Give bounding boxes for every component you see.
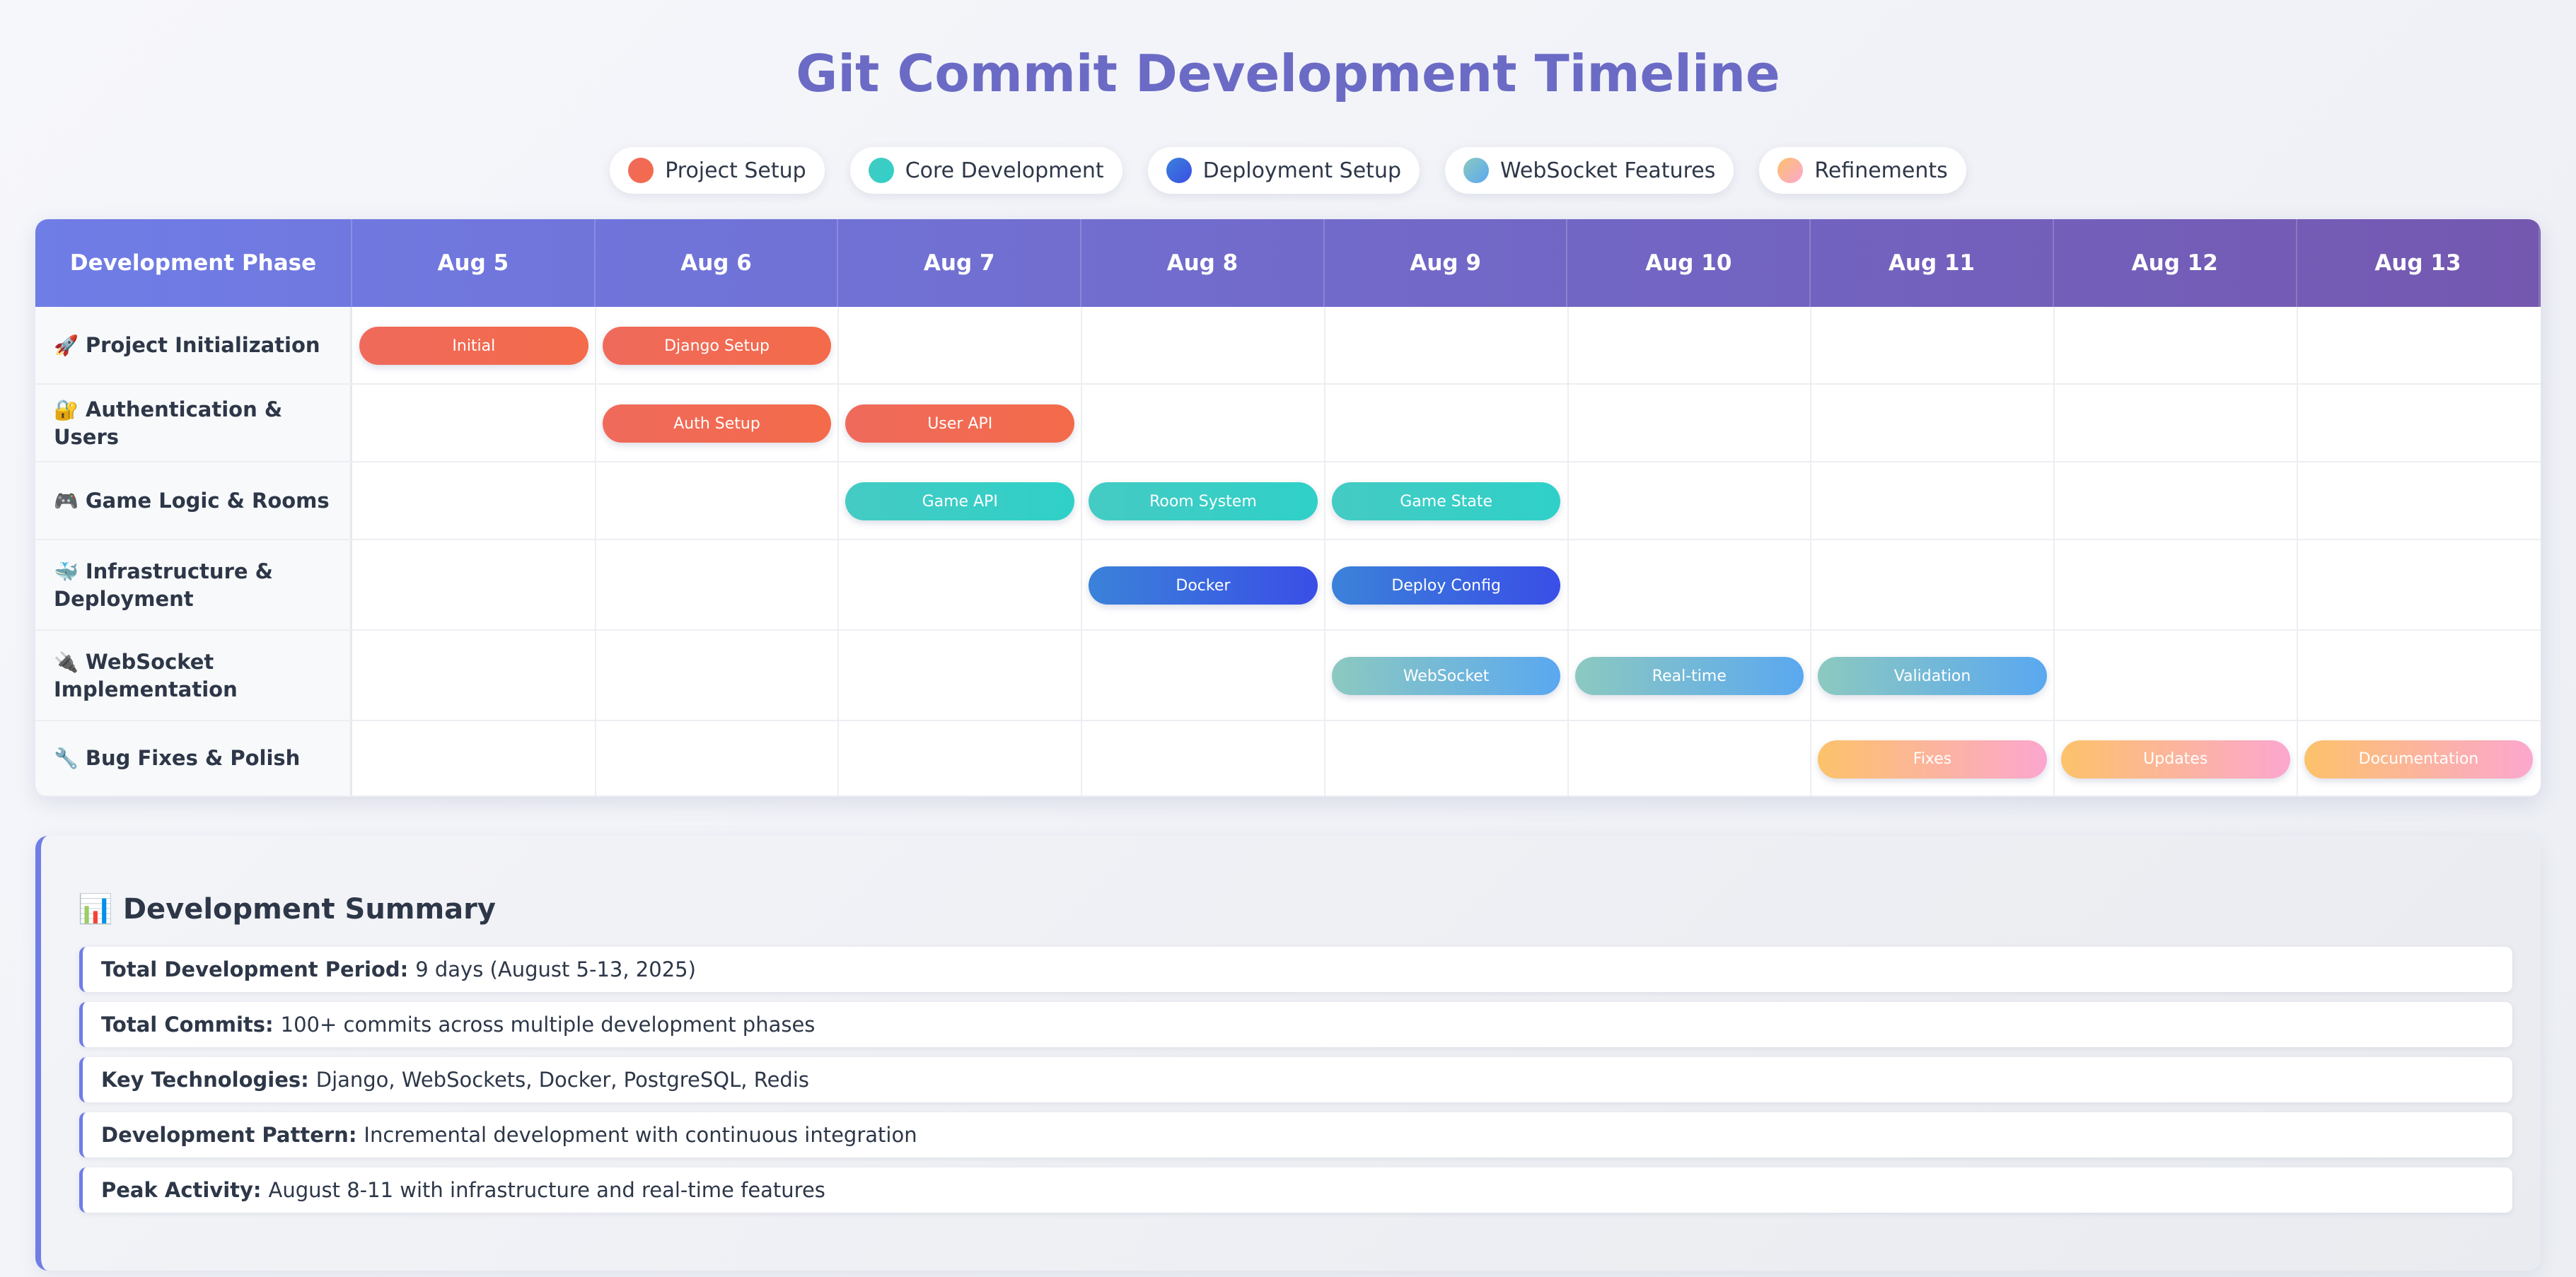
legend-item: Refinements (1759, 147, 1966, 194)
timeline-bar[interactable]: Game API (845, 482, 1075, 520)
legend-item: Project Setup (610, 147, 825, 194)
column-header: Aug 10 (1568, 219, 1811, 307)
phase-label: 🔐 Authentication & Users (35, 385, 352, 462)
legend-label: WebSocket Features (1500, 158, 1716, 183)
wrench-icon: 🔧 (54, 747, 79, 770)
summary-item-label: Key Technologies: (101, 1068, 309, 1092)
phase-label-text: Authentication & Users (54, 397, 283, 449)
header-phase-label: Development Phase (35, 219, 352, 307)
column-header: Aug 9 (1325, 219, 1568, 307)
summary-item: Key Technologies: Django, WebSockets, Doc… (79, 1057, 2512, 1102)
row-divider (352, 383, 2541, 385)
summary-item: Total Development Period: 9 days (August … (79, 947, 2512, 992)
legend-swatch (628, 158, 654, 183)
legend-item: Deployment Setup (1147, 147, 1420, 194)
lock-icon: 🔐 (54, 397, 79, 421)
timeline-bar[interactable]: Fixes (1818, 740, 2047, 779)
plug-icon: 🔌 (54, 650, 79, 674)
timeline-bar[interactable]: User API (845, 404, 1075, 443)
chart-header: Development Phase Aug 5 Aug 6 Aug 7 Aug 8 Au… (35, 219, 2541, 307)
summary-title-text: Development Summary (122, 892, 496, 926)
summary-item-value: 9 days (August 5-13, 2025) (415, 957, 696, 981)
row-divider (352, 461, 2541, 462)
timeline-bar[interactable]: WebSocket (1331, 657, 1561, 695)
summary-item-value: Incremental development with continuous … (364, 1123, 917, 1147)
timeline-bar[interactable]: Game State (1331, 482, 1561, 520)
row-divider (352, 720, 2541, 721)
row-divider (352, 795, 2541, 797)
bar-chart-icon: 📊 (78, 893, 113, 926)
column-header: Aug 7 (838, 219, 1082, 307)
timeline-bar[interactable]: Validation (1818, 657, 2047, 695)
legend-label: Deployment Setup (1202, 158, 1401, 183)
column-header: Aug 12 (2054, 219, 2297, 307)
row-divider (352, 539, 2541, 540)
timeline-bar[interactable]: Real-time (1574, 657, 1804, 695)
legend-swatch (1463, 158, 1489, 183)
column-header: Aug 13 (2297, 219, 2541, 307)
legend-swatch (1166, 158, 1192, 183)
column-header: Aug 11 (1811, 219, 2054, 307)
summary-item-value: 100+ commits across multiple development… (280, 1013, 816, 1037)
column-divider (594, 307, 596, 797)
phase-label-text: Bug Fixes & Polish (85, 746, 301, 770)
phase-label-text: Project Initialization (85, 332, 320, 357)
summary-item-label: Development Pattern: (101, 1123, 357, 1147)
summary-item: Development Pattern: Incremental developm… (79, 1112, 2512, 1158)
phase-label-text: Infrastructure & Deployment (54, 559, 273, 611)
column-header: Aug 6 (596, 219, 839, 307)
rocket-icon: 🚀 (54, 333, 79, 357)
legend-item: WebSocket Features (1445, 147, 1734, 194)
timeline-chart: Development Phase Aug 5 Aug 6 Aug 7 Aug 8 Au… (35, 219, 2541, 797)
legend-item: Core Development (849, 147, 1122, 194)
timeline-bar[interactable]: Documentation (2304, 740, 2534, 779)
phase-label-text: Game Logic & Rooms (85, 488, 330, 513)
row-divider (352, 629, 2541, 631)
phase-label: 🚀 Project Initialization (35, 307, 352, 385)
phase-label: 🔧 Bug Fixes & Polish (35, 721, 352, 797)
timeline-bar[interactable]: Initial (359, 327, 588, 365)
timeline-bar[interactable]: Django Setup (602, 327, 832, 365)
legend-swatch (1777, 158, 1804, 183)
summary-item-label: Peak Activity: (101, 1178, 262, 1202)
page-title: Git Commit Development Timeline (796, 44, 1780, 103)
column-divider (1081, 307, 1083, 797)
phase-column: 🚀 Project Initialization 🔐 Authentication &… (35, 307, 352, 797)
legend-label: Project Setup (665, 158, 806, 183)
legend-label: Core Development (905, 158, 1104, 183)
timeline-bar[interactable]: Auth Setup (602, 404, 832, 443)
timeline-bar[interactable]: Updates (2060, 740, 2290, 779)
summary-title: 📊 Development Summary (78, 892, 496, 926)
column-divider (2053, 307, 2055, 797)
legend-swatch (868, 158, 894, 183)
column-divider (837, 307, 840, 797)
timeline-bar[interactable]: Docker (1089, 566, 1318, 605)
column-header: Aug 8 (1081, 219, 1325, 307)
column-divider (1323, 307, 1325, 797)
gamepad-icon: 🎮 (54, 489, 79, 513)
summary-panel: 📊 Development Summary Total Development … (35, 836, 2541, 1271)
phase-label: 🐳 Infrastructure & Deployment (35, 540, 352, 631)
summary-item: Total Commits: 100+ commits across multip… (79, 1002, 2512, 1047)
summary-item-label: Total Commits: (101, 1013, 274, 1037)
timeline-bar[interactable]: Deploy Config (1331, 566, 1561, 605)
column-divider (1810, 307, 1812, 797)
summary-item: Peak Activity: August 8-11 with infrastru… (79, 1167, 2512, 1213)
column-divider (1567, 307, 1569, 797)
phase-label: 🎮 Game Logic & Rooms (35, 462, 352, 540)
legend-label: Refinements (1814, 158, 1948, 183)
whale-icon: 🐳 (54, 559, 79, 583)
phase-label-text: WebSocket Implementation (54, 649, 238, 701)
phase-label: 🔌 WebSocket Implementation (35, 631, 352, 721)
summary-item-label: Total Development Period: (101, 957, 409, 981)
page: Git Commit Development Timeline Project … (0, 0, 2576, 1277)
summary-item-value: Django, WebSockets, Docker, PostgreSQL, … (315, 1068, 809, 1092)
summary-item-value: August 8-11 with infrastructure and real… (268, 1178, 825, 1202)
timeline-bar[interactable]: Room System (1089, 482, 1318, 520)
legend: Project Setup Core Development Deployment … (0, 147, 2576, 194)
column-divider (2296, 307, 2298, 797)
column-header: Aug 5 (352, 219, 596, 307)
